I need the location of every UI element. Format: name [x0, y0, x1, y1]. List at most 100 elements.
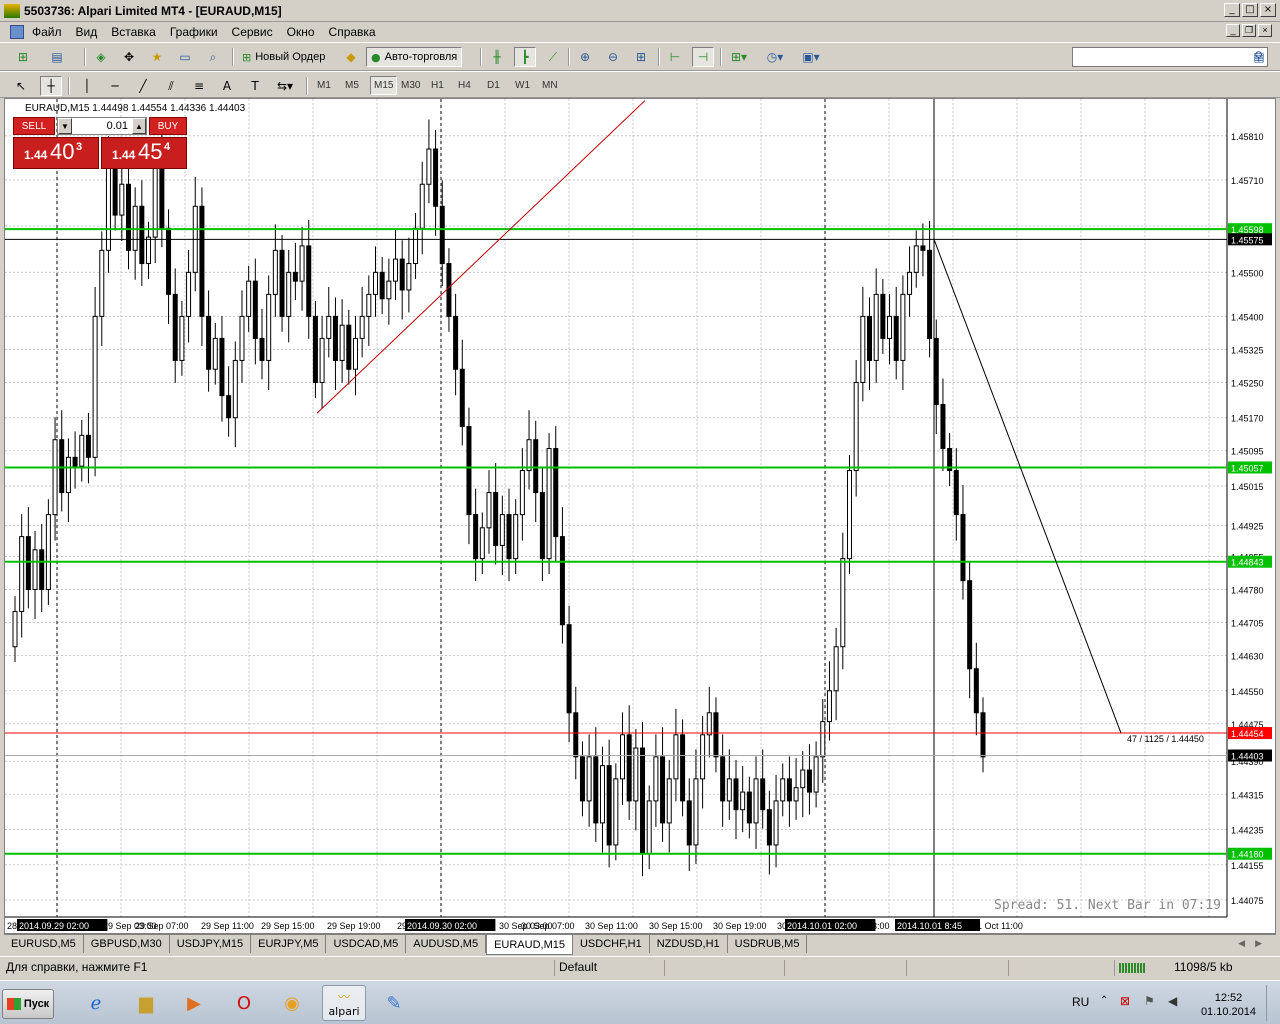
minimize-button[interactable]: _	[1224, 3, 1240, 17]
mdi-minimize-button[interactable]: _	[1226, 24, 1240, 37]
fibonacci-icon[interactable]: ≡	[188, 76, 210, 96]
tab-eurjpy-m5[interactable]: EURJPY,M5	[251, 935, 327, 953]
candle-bear	[786, 778, 792, 802]
arrows-icon[interactable]: ⇆▾	[274, 76, 296, 96]
autoscroll-icon[interactable]: ⊣	[692, 47, 714, 67]
profiles-icon[interactable]: ▤	[46, 47, 68, 67]
tab-usdchf-h1[interactable]: USDCHF,H1	[573, 935, 650, 953]
language-indicator[interactable]: RU	[1072, 995, 1089, 1009]
tf-mn[interactable]: MN	[539, 76, 561, 95]
vertical-line-icon[interactable]: │	[76, 76, 98, 96]
chrome-icon[interactable]: ◉	[270, 985, 314, 1021]
line-chart-icon[interactable]: ⟋	[542, 47, 564, 67]
data-window-icon[interactable]: ✥	[118, 47, 140, 67]
tf-w1[interactable]: W1	[512, 76, 533, 95]
tf-m15[interactable]: M15	[370, 76, 398, 95]
opera-icon[interactable]: O	[222, 985, 266, 1021]
tab-eurusd-m5[interactable]: EURUSD,M5	[4, 935, 84, 953]
tab-gbpusd-m30[interactable]: GBPUSD,M30	[84, 935, 170, 953]
alpari-mt4-taskbar-button[interactable]: 〰 alpari	[322, 985, 366, 1021]
chart-shift-icon[interactable]: ⊢	[664, 47, 686, 67]
periods-icon[interactable]: ◷▾	[764, 47, 786, 67]
tf-m5[interactable]: M5	[342, 76, 362, 95]
sell-button[interactable]: SELL	[13, 117, 55, 135]
market-watch-icon[interactable]: ◈	[90, 47, 112, 67]
terminal-icon[interactable]: ▭	[174, 47, 196, 67]
menu-view[interactable]: Вид	[76, 25, 98, 39]
menu-insert[interactable]: Вставка	[111, 25, 156, 39]
lot-decrease-icon[interactable]: ▼	[58, 118, 72, 134]
start-button[interactable]: Пуск	[2, 989, 54, 1019]
show-desktop-icon[interactable]	[1266, 985, 1276, 1021]
tf-m1[interactable]: M1	[314, 76, 334, 95]
candlestick-icon[interactable]: ┣	[514, 47, 536, 67]
tab-scroll-arrows[interactable]: ◀▶	[1238, 938, 1272, 949]
sell-price[interactable]: 1.44 40 3	[13, 137, 99, 169]
menu-bar: Файл Вид Вставка Графики Сервис Окно Спр…	[0, 22, 1280, 42]
text-label-icon[interactable]: T	[244, 76, 266, 96]
tab-euraud-m15[interactable]: EURAUD,M15	[486, 935, 573, 955]
tile-windows-icon[interactable]: ⊞	[630, 47, 652, 67]
tf-d1[interactable]: D1	[484, 76, 503, 95]
tab-usdjpy-m15[interactable]: USDJPY,M15	[170, 935, 252, 953]
menu-file[interactable]: Файл	[32, 25, 62, 39]
horizontal-line-icon[interactable]: ─	[104, 76, 126, 96]
new-order-button[interactable]: ⊞ Новый Ордер	[238, 47, 329, 67]
clock[interactable]: 12:52 01.10.2014	[1201, 991, 1256, 1019]
zoom-out-icon[interactable]: ⊖	[602, 47, 624, 67]
lot-size-field[interactable]: ▼ 0.01 ▲	[57, 117, 147, 135]
tf-m30[interactable]: M30	[398, 76, 423, 95]
chart-window[interactable]: 1.458101.457101.456051.455001.454001.453…	[4, 98, 1276, 934]
flag-icon[interactable]: ⚑	[1144, 994, 1155, 1008]
price-chart[interactable]: 1.458101.457101.456051.455001.454001.453…	[5, 99, 1275, 933]
lot-value[interactable]: 0.01	[72, 120, 132, 132]
candle-bull	[119, 183, 125, 216]
candle-bear	[766, 809, 772, 846]
volume-icon[interactable]: ◀	[1168, 994, 1177, 1008]
metaeditor-icon[interactable]: ◆	[340, 47, 362, 67]
community-icon[interactable]: ▤	[1248, 47, 1270, 67]
buy-button[interactable]: BUY	[149, 117, 187, 135]
mdi-close-button[interactable]: ×	[1258, 24, 1272, 37]
buy-price[interactable]: 1.44 45 4	[101, 137, 187, 169]
mdi-restore-button[interactable]: ❐	[1242, 24, 1256, 37]
explorer-folder-icon[interactable]: ▆	[124, 985, 168, 1021]
navigator-icon[interactable]: ★	[146, 47, 168, 67]
menu-help[interactable]: Справка	[329, 25, 376, 39]
new-chart-icon[interactable]: ⊞	[12, 47, 34, 67]
menu-tools[interactable]: Сервис	[232, 25, 273, 39]
tab-usdrub-m5[interactable]: USDRUB,M5	[728, 935, 808, 953]
trendline-icon[interactable]: ╱	[132, 76, 154, 96]
tf-h1[interactable]: H1	[428, 76, 447, 95]
tab-nzdusd-h1[interactable]: NZDUSD,H1	[650, 935, 728, 953]
close-button[interactable]: ×	[1260, 3, 1276, 17]
network-icon[interactable]: ⊠	[1120, 994, 1130, 1008]
crosshair-icon[interactable]: ┼	[40, 76, 62, 96]
cursor-icon[interactable]: ↖	[10, 76, 32, 96]
tf-h4[interactable]: H4	[455, 76, 474, 95]
tab-audusd-m5[interactable]: AUDUSD,M5	[406, 935, 487, 953]
lot-increase-icon[interactable]: ▲	[132, 118, 146, 134]
equidistant-channel-icon[interactable]: ⫽	[160, 76, 182, 96]
search-input[interactable]: ⚲	[1072, 47, 1268, 67]
zoom-in-icon[interactable]: ⊕	[574, 47, 596, 67]
menu-window[interactable]: Окно	[287, 25, 315, 39]
candle-bear	[626, 734, 632, 802]
internet-explorer-icon[interactable]: ℯ	[74, 985, 118, 1021]
media-player-icon[interactable]: ▶	[172, 985, 216, 1021]
chart-window-icon[interactable]	[10, 25, 24, 39]
maximize-button[interactable]: □	[1242, 3, 1258, 17]
bar-chart-icon[interactable]: ╫	[486, 47, 508, 67]
candle-bull	[913, 245, 919, 273]
indicators-icon[interactable]: ⊞▾	[728, 47, 750, 67]
tab-usdcad-m5[interactable]: USDCAD,M5	[326, 935, 407, 953]
strategy-tester-icon[interactable]: ⌕	[202, 47, 224, 67]
candle-bear	[312, 315, 318, 383]
candle-bull	[666, 778, 672, 824]
tray-expand-icon[interactable]: ⌃	[1100, 995, 1108, 1006]
templates-icon[interactable]: ▣▾	[800, 47, 822, 67]
menu-charts[interactable]: Графики	[170, 25, 218, 39]
paint-icon[interactable]: ✎	[372, 985, 416, 1021]
text-icon[interactable]: A	[216, 76, 238, 96]
autotrading-button[interactable]: ● Авто-торговля	[366, 47, 463, 67]
